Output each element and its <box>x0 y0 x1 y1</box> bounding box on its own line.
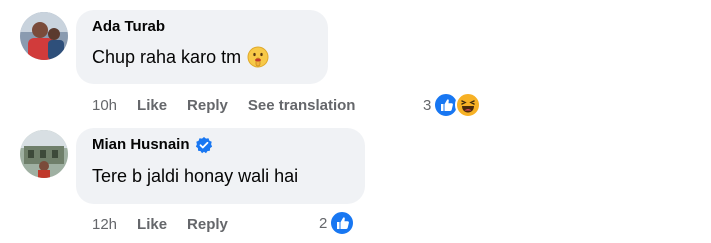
haha-reaction-icon <box>455 92 482 118</box>
timestamp[interactable]: 10h <box>92 97 117 114</box>
author-name-text[interactable]: Ada Turab <box>92 17 165 37</box>
comment-actions: 12h Like Reply <box>92 214 248 234</box>
reaction-count[interactable]: 3 <box>423 97 431 114</box>
avatar-photo-icon <box>20 12 68 60</box>
author-name[interactable]: Mian Husnain <box>92 135 349 155</box>
reaction-count[interactable]: 2 <box>319 215 327 232</box>
comment-text: Chup raha karo tm <box>92 44 312 70</box>
reaction-summary[interactable]: 3 <box>423 92 482 118</box>
reply-button[interactable]: Reply <box>187 97 228 114</box>
author-name-text[interactable]: Mian Husnain <box>92 135 190 155</box>
like-button[interactable]: Like <box>137 216 167 233</box>
comment-bubble: Mian Husnain Tere b jaldi honay wali hai <box>76 128 365 204</box>
verified-badge-icon <box>195 137 212 154</box>
like-reaction-icon <box>329 210 356 236</box>
avatar[interactable] <box>20 130 68 178</box>
author-name[interactable]: Ada Turab <box>92 17 312 37</box>
comment-text-body: Tere b jaldi honay wali hai <box>92 166 299 186</box>
comment-text-body: Chup raha karo tm <box>92 47 242 67</box>
see-translation-link[interactable]: See translation <box>248 97 356 114</box>
like-button[interactable]: Like <box>137 97 167 114</box>
comment-text: Tere b jaldi honay wali hai <box>92 163 349 189</box>
avatar-photo-icon <box>20 130 68 178</box>
timestamp[interactable]: 12h <box>92 216 117 233</box>
comment-bubble: Ada Turab Chup raha karo tm <box>76 10 328 84</box>
reaction-summary[interactable]: 2 <box>319 210 356 236</box>
avatar[interactable] <box>20 12 68 60</box>
shushing-face-icon <box>247 46 269 68</box>
reply-button[interactable]: Reply <box>187 216 228 233</box>
comment-actions: 10h Like Reply See translation <box>92 95 375 115</box>
